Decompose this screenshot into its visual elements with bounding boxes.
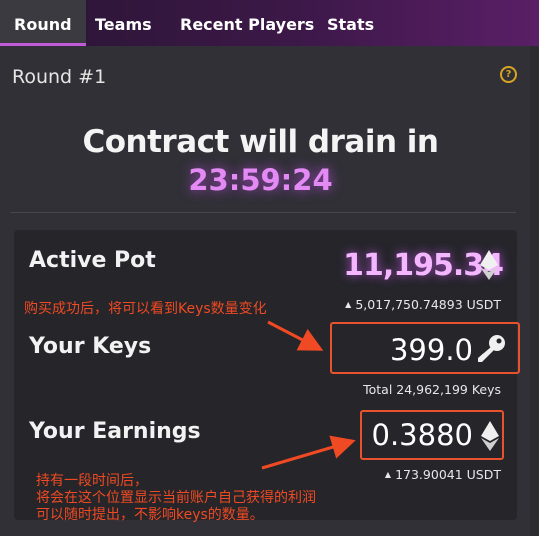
active-pot-usdt: ▲ 5,017,750.74893 USDT xyxy=(345,297,501,312)
ethereum-icon xyxy=(481,421,499,451)
active-pot-label: Active Pot xyxy=(29,248,156,273)
drain-countdown-label: Contract will drain in xyxy=(82,124,439,160)
earnings-usdt-value: 173.90041 USDT xyxy=(395,467,501,482)
your-keys-value: 399.0 xyxy=(389,333,473,367)
tab-recent-players[interactable]: Recent Players xyxy=(180,0,314,46)
active-pot-value: 11,195.34 xyxy=(343,248,504,283)
tab-bar: Round Teams Recent Players Stats xyxy=(0,0,539,46)
ethereum-icon xyxy=(480,250,498,280)
your-keys-label: Your Keys xyxy=(29,334,152,359)
eth-small-icon: ▲ xyxy=(384,470,392,479)
tab-stats[interactable]: Stats xyxy=(327,0,374,46)
earnings-annotation-line3: 可以随时提出，不影响keys的数量。 xyxy=(36,507,264,523)
earnings-usdt: ▲ 173.90041 USDT xyxy=(385,467,501,482)
eth-small-icon: ▲ xyxy=(345,300,352,309)
drain-countdown-timer: 23:59:24 xyxy=(188,163,333,197)
your-earnings-value: 0.3880 xyxy=(371,418,473,452)
tab-teams[interactable]: Teams xyxy=(95,0,152,46)
tab-round[interactable]: Round xyxy=(0,0,86,46)
your-earnings-label: Your Earnings xyxy=(29,419,201,444)
divider xyxy=(10,212,516,213)
active-pot-usdt-value: 5,017,750.74893 USDT xyxy=(355,297,501,312)
round-title: Round #1 xyxy=(12,66,107,88)
keys-annotation: 购买成功后，将可以看到Keys数量变化 xyxy=(24,301,267,317)
total-keys: Total 24,962,199 Keys xyxy=(363,382,501,397)
key-icon xyxy=(478,335,505,362)
question-circle-icon[interactable]: ? xyxy=(500,66,517,83)
